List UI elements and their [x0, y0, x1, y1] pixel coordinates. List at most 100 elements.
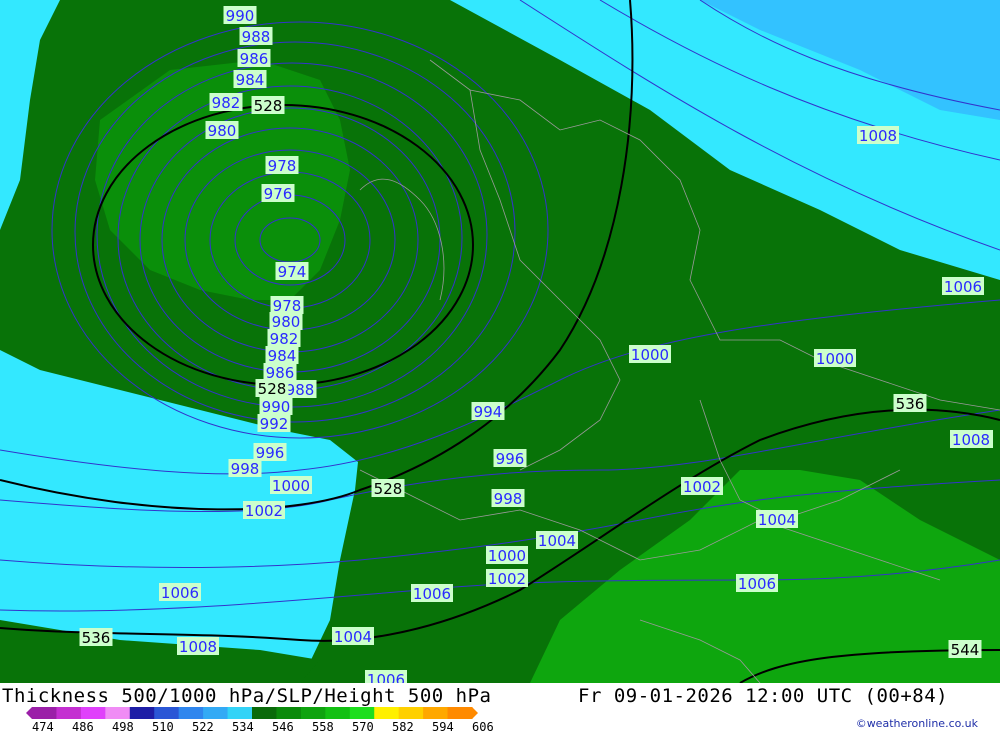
height-label: 536 [79, 628, 113, 647]
height-label-text: 536 [82, 629, 111, 647]
isobar-label-text: 988 [242, 28, 271, 46]
isobar-label: 976 [261, 184, 295, 203]
isobar-label-text: 994 [474, 403, 503, 421]
isobar-label-text: 982 [270, 330, 299, 348]
isobar-label-text: 1006 [944, 278, 982, 296]
isobar-label: 1002 [486, 569, 528, 588]
isobar-label-text: 1006 [367, 671, 405, 683]
isobar-label: 980 [269, 312, 303, 331]
isobar-label-text: 998 [231, 460, 260, 478]
legend-tick-label: 534 [232, 720, 254, 734]
isobar-label-text: 998 [494, 490, 523, 508]
isobar-label-text: 1004 [538, 532, 576, 550]
legend-swatch [105, 707, 131, 719]
isobar-label-text: 1004 [334, 628, 372, 646]
legend-swatch [227, 707, 253, 719]
height-label: 544 [948, 640, 982, 659]
height-label-text: 528 [254, 97, 283, 115]
isobar-label-text: 978 [268, 157, 297, 175]
legend-swatch [178, 707, 204, 719]
isobar-label: 984 [233, 70, 267, 89]
isobar-label-text: 1000 [272, 477, 310, 495]
isobar-label: 1000 [270, 476, 312, 495]
height-label-text: 544 [951, 641, 980, 659]
legend-tick-label: 510 [152, 720, 174, 734]
isobar-label-text: 984 [268, 347, 297, 365]
legend-tick-label: 594 [432, 720, 454, 734]
isobar-label: 1006 [736, 574, 778, 593]
isobar-label: 1000 [814, 349, 856, 368]
valid-time: Fr 09-01-2026 12:00 UTC (00+84) [578, 685, 949, 707]
weather-map: 9909889869849829809789769749789809829849… [0, 0, 1000, 683]
height-label: 528 [255, 379, 289, 398]
isobar-label-text: 1008 [179, 638, 217, 656]
isobar-label-text: 992 [260, 415, 289, 433]
isobar-label-text: 988 [286, 381, 315, 399]
isobar-label: 992 [257, 414, 291, 433]
isobar-label-text: 986 [240, 50, 269, 68]
legend-tick-label: 546 [272, 720, 294, 734]
isobar-label: 986 [237, 49, 271, 68]
isobar-label-text: 1000 [816, 350, 854, 368]
isobar-label-text: 1008 [952, 431, 990, 449]
isobar-label: 982 [209, 93, 243, 112]
legend-tick-label: 582 [392, 720, 414, 734]
legend-swatch [276, 707, 302, 719]
isobar-label: 1008 [177, 637, 219, 656]
legend-swatch [398, 707, 424, 719]
isobar-label: 994 [471, 402, 505, 421]
isobar-label: 998 [228, 459, 262, 478]
isobar-label: 1008 [950, 430, 992, 449]
isobar-label: 1000 [486, 546, 528, 565]
legend-tick-label: 570 [352, 720, 374, 734]
isobar-label-text: 984 [236, 71, 265, 89]
legend-swatch [447, 707, 473, 719]
legend-swatch [325, 707, 351, 719]
legend-tick-label: 486 [72, 720, 94, 734]
isobar-label-text: 1006 [738, 575, 776, 593]
isobar-label: 1006 [942, 277, 984, 296]
legend-tick-label: 474 [32, 720, 54, 734]
isobar-label-text: 990 [226, 7, 255, 25]
height-label: 528 [371, 479, 405, 498]
legend-swatch [423, 707, 449, 719]
isobar-label-text: 1002 [245, 502, 283, 520]
legend-swatch [252, 707, 277, 719]
isobar-label-text: 980 [208, 122, 237, 140]
height-label-text: 536 [896, 395, 925, 413]
isobar-label: 1008 [857, 126, 899, 145]
isobar-label: 974 [275, 262, 309, 281]
isobar-label: 990 [259, 397, 293, 416]
isobar-label-text: 974 [278, 263, 307, 281]
isobar-label-text: 1008 [859, 127, 897, 145]
isobar-label-text: 1000 [488, 547, 526, 565]
isobar-label: 998 [491, 489, 525, 508]
isobar-label-text: 1006 [161, 584, 199, 602]
isobar-label: 1006 [159, 583, 201, 602]
isobar-label: 1004 [756, 510, 798, 529]
isobar-label-text: 1000 [631, 346, 669, 364]
legend-tick-label: 606 [472, 720, 494, 734]
isobar-label: 980 [205, 121, 239, 140]
credit-link[interactable]: ©weatheronline.co.uk [856, 717, 978, 730]
legend-tick-label: 522 [192, 720, 214, 734]
map-title: Thickness 500/1000 hPa/SLP/Height 500 hP… [2, 685, 492, 707]
legend-swatch [56, 707, 82, 719]
isobar-label: 996 [493, 449, 527, 468]
isobar-label-text: 996 [496, 450, 525, 468]
legend-swatch [374, 707, 400, 719]
legend-swatch [154, 707, 180, 719]
isobar-label-text: 1002 [683, 478, 721, 496]
legend-swatch [32, 707, 57, 719]
legend-swatch [349, 707, 375, 719]
isobar-label: 978 [265, 156, 299, 175]
legend-swatch [300, 707, 326, 719]
legend-swatch [129, 707, 155, 719]
legend-arrow-right [472, 707, 478, 719]
isobar-label: 988 [239, 27, 273, 46]
legend-tick-label: 498 [112, 720, 134, 734]
height-label: 528 [251, 96, 285, 115]
legend-arrow-left [26, 707, 32, 719]
isobar-label-text: 980 [272, 313, 301, 331]
isobar-label-text: 1002 [488, 570, 526, 588]
